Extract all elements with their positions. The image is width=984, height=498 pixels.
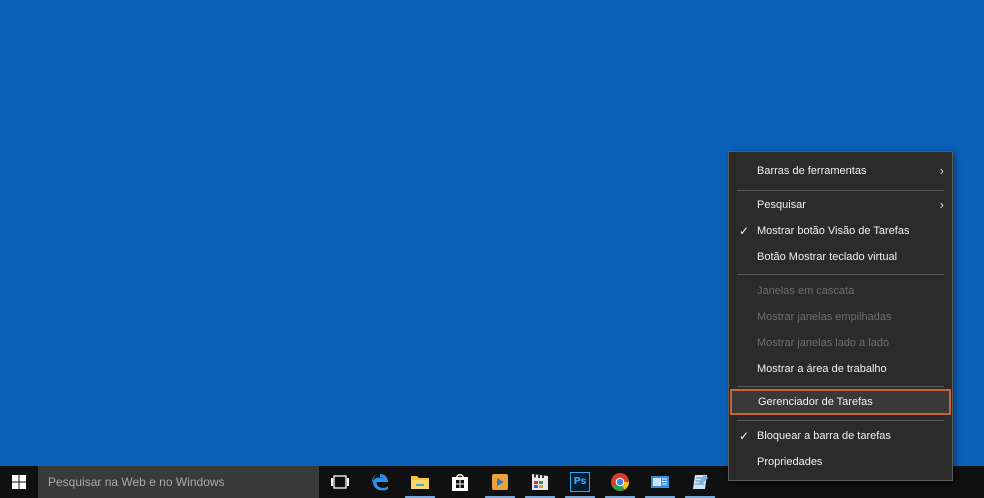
menu-item-show-task-view[interactable]: ✓ Mostrar botão Visão de Tarefas bbox=[729, 218, 952, 244]
menu-item-cascade-windows: Janelas em cascata bbox=[729, 278, 952, 304]
store-button[interactable] bbox=[448, 470, 472, 494]
menu-item-label: Janelas em cascata bbox=[757, 285, 855, 297]
menu-separator bbox=[737, 274, 944, 275]
windows-icon bbox=[12, 475, 26, 489]
menu-item-task-manager[interactable]: Gerenciador de Tarefas bbox=[730, 389, 951, 415]
store-icon bbox=[452, 474, 468, 491]
menu-item-show-touch-keyboard[interactable]: Botão Mostrar teclado virtual bbox=[729, 244, 952, 270]
menu-item-search[interactable]: Pesquisar › bbox=[729, 192, 952, 218]
task-view-button[interactable] bbox=[328, 470, 352, 494]
task-view-icon bbox=[331, 475, 349, 489]
start-button[interactable] bbox=[0, 466, 38, 498]
menu-item-side-by-side-windows: Mostrar janelas lado a lado bbox=[729, 330, 952, 356]
chrome-icon bbox=[611, 473, 629, 492]
chevron-right-icon: › bbox=[939, 197, 944, 212]
menu-item-show-desktop[interactable]: Mostrar a área de trabalho bbox=[729, 356, 952, 382]
edge-button[interactable] bbox=[368, 470, 392, 494]
menu-item-label: Propriedades bbox=[757, 456, 823, 468]
menu-item-properties[interactable]: Propriedades bbox=[729, 449, 952, 475]
notepad-button[interactable] bbox=[688, 470, 712, 494]
file-explorer-button[interactable] bbox=[408, 470, 432, 494]
chrome-button[interactable] bbox=[608, 470, 632, 494]
menu-item-label: Barras de ferramentas bbox=[757, 165, 867, 177]
checkmark-icon: ✓ bbox=[739, 224, 750, 238]
menu-item-label: Pesquisar bbox=[757, 199, 806, 211]
menu-separator bbox=[737, 420, 944, 421]
notepad-icon bbox=[693, 474, 708, 489]
media-player-icon bbox=[492, 474, 508, 490]
menu-item-lock-taskbar[interactable]: ✓ Bloquear a barra de tarefas bbox=[729, 423, 952, 449]
mail-button[interactable] bbox=[648, 470, 672, 494]
menu-item-label: Mostrar janelas empilhadas bbox=[757, 311, 892, 323]
photoshop-icon: Ps bbox=[570, 472, 590, 492]
search-input[interactable]: Pesquisar na Web e no Windows bbox=[38, 466, 319, 498]
taskbar-context-menu: Barras de ferramentas › Pesquisar › ✓ Mo… bbox=[728, 151, 953, 481]
menu-item-label: Botão Mostrar teclado virtual bbox=[757, 251, 898, 263]
media-player-button[interactable] bbox=[488, 470, 512, 494]
menu-item-toolbars[interactable]: Barras de ferramentas › bbox=[729, 158, 952, 184]
menu-separator bbox=[737, 386, 944, 387]
menu-item-label: Mostrar a área de trabalho bbox=[757, 363, 887, 375]
menu-item-stacked-windows: Mostrar janelas empilhadas bbox=[729, 304, 952, 330]
mail-icon bbox=[651, 476, 669, 488]
chevron-right-icon: › bbox=[939, 163, 944, 178]
edge-icon bbox=[371, 474, 388, 491]
menu-item-label: Bloquear a barra de tarefas bbox=[757, 430, 891, 442]
menu-item-label: Mostrar janelas lado a lado bbox=[757, 337, 890, 349]
menu-item-label: Gerenciador de Tarefas bbox=[758, 396, 873, 408]
photoshop-button[interactable]: Ps bbox=[568, 470, 592, 494]
movie-maker-icon bbox=[532, 474, 548, 490]
file-explorer-icon bbox=[411, 476, 429, 489]
menu-separator bbox=[737, 190, 944, 191]
checkmark-icon: ✓ bbox=[739, 429, 750, 443]
menu-item-label: Mostrar botão Visão de Tarefas bbox=[757, 225, 910, 237]
movie-maker-button[interactable] bbox=[528, 470, 552, 494]
